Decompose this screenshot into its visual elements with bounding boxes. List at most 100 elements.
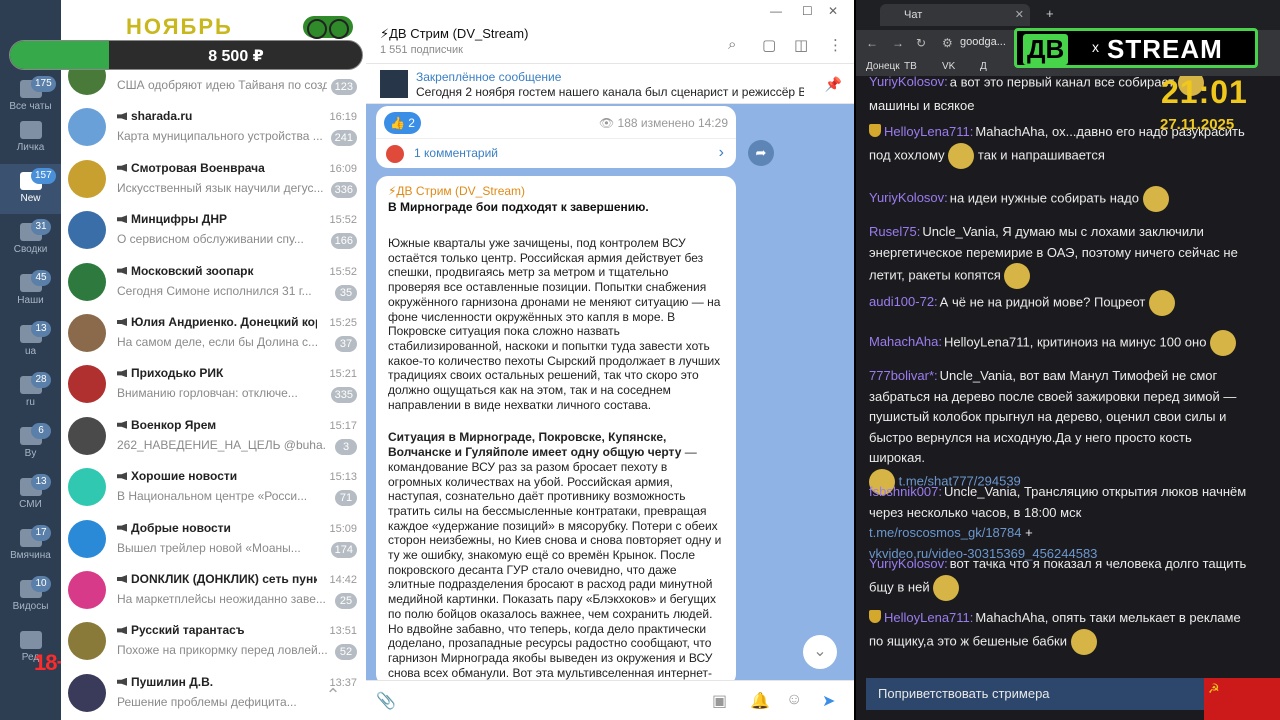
- chat-text: а вот это первый канал все собирает: [949, 76, 1175, 90]
- chat-avatar: [68, 519, 106, 558]
- chat-nick[interactable]: audi100-72:: [869, 294, 938, 309]
- folder-tab[interactable]: ua 13: [0, 317, 61, 367]
- more-menu-icon[interactable]: ⋮: [828, 36, 843, 54]
- channel-subscribers: 1 551 подписчик: [380, 44, 463, 56]
- folder-unread-badge: 157: [31, 168, 56, 184]
- chat-title: Русский тарантасъ: [117, 623, 317, 637]
- live-chat-icon[interactable]: ▢: [762, 36, 776, 54]
- chat-row[interactable]: Русский тарантасъ 13:51 Похоже на прикормк…: [61, 617, 366, 668]
- chat-link[interactable]: t.me/roscosmos_gk/18784: [869, 525, 1021, 540]
- bookmark-item[interactable]: Донецк: [866, 61, 900, 72]
- greet-streamer-button[interactable]: Поприветствовать стримера: [866, 678, 1206, 710]
- scroll-down-button[interactable]: ⌄: [803, 635, 837, 669]
- attach-icon[interactable]: 📎: [376, 691, 396, 711]
- folder-tab[interactable]: Вмячина 17: [0, 521, 61, 571]
- chat-row[interactable]: Добрые новости 15:09 Вышел трейлер новой «…: [61, 515, 366, 566]
- chat-row[interactable]: sharada.ru 16:19 Карта муниципального устр…: [61, 103, 366, 154]
- chat-title: Минцифры ДНР: [117, 212, 317, 226]
- reaction-thumbs-up[interactable]: 👍 2: [384, 112, 421, 134]
- close-icon[interactable]: ✕: [828, 4, 838, 18]
- folder-tab-label: Вмячина: [10, 550, 51, 561]
- bookmark-item[interactable]: ТВ: [904, 61, 917, 72]
- folder-tab[interactable]: Личка: [0, 113, 61, 163]
- forward-nav-icon[interactable]: →: [892, 36, 904, 50]
- chat-nick[interactable]: YuriyKolosov:: [869, 556, 948, 571]
- chat-message: YuriyKolosov: на идеи нужные собирать над…: [869, 186, 1249, 212]
- send-icon[interactable]: ➤: [822, 691, 835, 711]
- message-views: 👁 188 изменено 14:29: [598, 116, 728, 130]
- folder-tab[interactable]: Наши 45: [0, 266, 61, 316]
- tab-close-icon[interactable]: ✕: [1015, 4, 1024, 26]
- chat-row[interactable]: Хорошие новости 15:13 В Национальном центр…: [61, 463, 366, 514]
- url-field[interactable]: goodga...: [960, 36, 1006, 48]
- sidebar-toggle-icon[interactable]: ◫: [794, 36, 808, 54]
- chat-title: DONКЛИК (ДОНКЛИК) сеть пункто...: [117, 572, 317, 586]
- chat-avatar: [68, 262, 106, 301]
- emoji-icon[interactable]: ☺: [786, 691, 802, 709]
- chat-title-text: sharada.ru: [131, 109, 193, 124]
- chat-nick[interactable]: Rusel75:: [869, 224, 920, 239]
- channel-title[interactable]: ⚡ДВ Стрим (DV_Stream): [380, 26, 528, 42]
- folder-tab[interactable]: Видосы 10: [0, 572, 61, 622]
- comments-count: 1 комментарий: [414, 146, 498, 160]
- unread-badge: 3: [335, 438, 357, 455]
- bookmark-item[interactable]: Д: [980, 61, 987, 72]
- minimize-icon[interactable]: —: [770, 4, 782, 18]
- chat-row[interactable]: Московский зоопарк 15:52 Сегодня Симоне ис…: [61, 258, 366, 309]
- folder-tab[interactable]: СМИ 13: [0, 470, 61, 520]
- site-info-icon[interactable]: ⚙: [942, 36, 953, 50]
- new-tab-icon[interactable]: +: [1046, 6, 1054, 21]
- comments-button[interactable]: 1 комментарий ›: [376, 138, 736, 168]
- bell-icon[interactable]: 🔔: [750, 691, 770, 711]
- chat-message: MahachAha: HelloyLena711, критиноиз на ми…: [869, 330, 1249, 356]
- unread-badge: 335: [330, 387, 357, 404]
- channel-icon: [117, 318, 127, 326]
- schedule-icon[interactable]: ▣: [712, 691, 727, 711]
- chat-nick[interactable]: YuriyKolosov:: [869, 76, 948, 89]
- chat-row[interactable]: Приходько РИК 15:21 Вниманию горловчан: от…: [61, 360, 366, 411]
- chat-nick[interactable]: HelloyLena711:: [884, 124, 973, 139]
- chat-nick[interactable]: 777bolivar*:: [869, 368, 938, 383]
- moderator-badge-icon: [869, 610, 881, 623]
- pin-list-icon[interactable]: 📌: [825, 76, 842, 93]
- unread-badge: 35: [335, 284, 357, 301]
- message-composer: 📎 ▣ 🔔 ☺ ➤: [366, 680, 854, 720]
- chat-row[interactable]: Военкор Ярем 15:17 262_НАВЕДЕНИЕ_НА_ЦЕЛЬ @…: [61, 412, 366, 463]
- reload-icon[interactable]: ↻: [916, 36, 926, 50]
- chat-row[interactable]: Смотровая Военврача 16:09 Искусственный яз…: [61, 155, 366, 206]
- folder-tab-label: Все чаты: [9, 101, 52, 112]
- chat-row[interactable]: Юлия Андриенко. Донецкий корр... 15:25 На …: [61, 309, 366, 360]
- chat-preview: Сегодня Симоне исполнился 31 г...: [117, 283, 312, 298]
- chat-time: 15:52: [329, 265, 357, 278]
- browser-tab[interactable]: Чат ✕: [880, 4, 1030, 26]
- folder-tab[interactable]: ru 28: [0, 368, 61, 418]
- chat-preview: Карта муниципального устройства ...: [117, 129, 323, 144]
- back-icon[interactable]: ←: [866, 36, 878, 50]
- chat-row[interactable]: DONКЛИК (ДОНКЛИК) сеть пункто... 14:42На …: [61, 566, 366, 617]
- scroll-up-icon[interactable]: ⌃: [320, 685, 346, 711]
- chat-title-text: Минцифры ДНР: [131, 212, 228, 227]
- chat-avatar: [68, 673, 106, 712]
- balance-progress-fill: [10, 41, 109, 69]
- logo-dv: ДВ: [1023, 34, 1069, 65]
- post-paragraph-1: Южные кварталы уже зачищены, под контрол…: [388, 236, 721, 412]
- folder-unread-badge: 13: [31, 321, 51, 337]
- unread-badge: 37: [335, 336, 357, 352]
- chat-nick[interactable]: HelloyLena711:: [884, 610, 973, 625]
- bookmark-item[interactable]: VK: [942, 61, 955, 72]
- chat-link-sep: +: [1021, 525, 1033, 540]
- post-author[interactable]: ⚡ДВ Стрим (DV_Stream): [388, 184, 724, 198]
- search-icon[interactable]: ⌕: [728, 36, 736, 53]
- chat-title-text: Хорошие новости: [131, 469, 238, 484]
- maximize-icon[interactable]: ☐: [802, 4, 813, 18]
- chat-row[interactable]: Минцифры ДНР 15:52 О сервисном обслуживани…: [61, 206, 366, 257]
- chat-nick[interactable]: MahachAha:: [869, 334, 942, 349]
- folder-tab[interactable]: Сводки 31: [0, 215, 61, 265]
- pinned-message-bar[interactable]: Закреплённое сообщение Сегодня 2 ноября …: [366, 64, 854, 104]
- forward-icon[interactable]: ➦: [748, 140, 774, 166]
- folder-tab[interactable]: New 157: [0, 164, 61, 214]
- folder-tab[interactable]: By 6: [0, 419, 61, 469]
- folder-unread-badge: 6: [31, 423, 51, 439]
- chat-nick[interactable]: YuriyKolosov:: [869, 190, 948, 205]
- chat-nick[interactable]: fsbshnik007:: [869, 484, 942, 499]
